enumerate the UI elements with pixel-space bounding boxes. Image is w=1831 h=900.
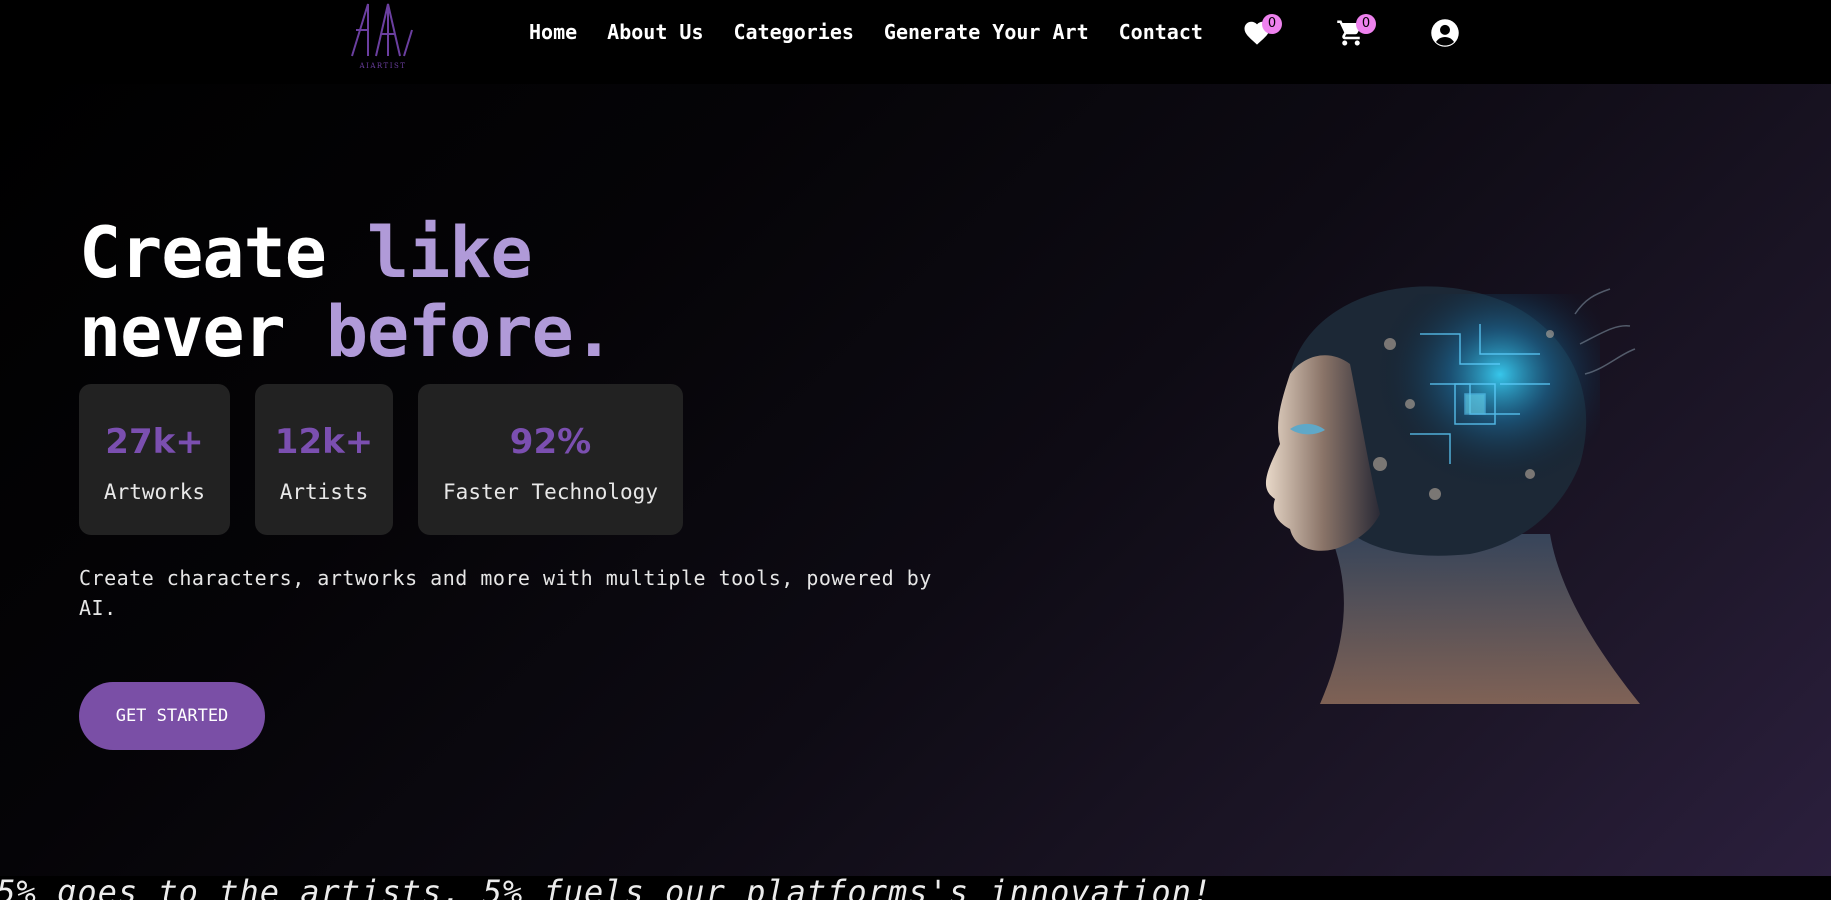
headline-create: Create <box>79 212 368 294</box>
stat-card-faster-technology: 92% Faster Technology <box>418 384 683 535</box>
account-button[interactable] <box>1430 18 1464 52</box>
nav-link-about-us[interactable]: About Us <box>607 20 703 44</box>
stat-value: 92% <box>509 422 592 462</box>
stat-card-artworks: 27k+ Artworks <box>79 384 230 535</box>
cart-count-badge: 0 <box>1356 14 1376 34</box>
wishlist-button[interactable]: 0 <box>1242 14 1282 52</box>
stat-value: 12k+ <box>274 422 374 462</box>
stat-label: Artists <box>279 480 369 504</box>
marquee-text: 95% goes to the artists, 5% fuels our pl… <box>0 876 1213 900</box>
headline-before: before. <box>325 291 615 373</box>
nav-link-contact[interactable]: Contact <box>1119 20 1203 44</box>
marquee-banner: 95% goes to the artists, 5% fuels our pl… <box>0 876 1831 900</box>
stats-row: 27k+ Artworks 12k+ Artists 92% Faster Te… <box>79 384 683 535</box>
stat-label: Artworks <box>103 480 206 504</box>
logo-mark-icon <box>351 3 413 57</box>
ai-head-illustration <box>1265 286 1640 704</box>
headline-like: like <box>367 212 533 294</box>
wishlist-count-badge: 0 <box>1262 14 1282 34</box>
stat-value: 27k+ <box>105 422 204 462</box>
stat-label: Faster Technology <box>443 480 658 504</box>
stat-card-artists: 12k+ Artists <box>255 384 393 535</box>
nav-link-generate-your-art[interactable]: Generate Your Art <box>884 20 1089 44</box>
user-circle-icon <box>1431 19 1459 47</box>
hero-section: Create like never before. 27k+ Artworks … <box>0 84 1831 876</box>
nav-link-categories[interactable]: Categories <box>734 20 854 44</box>
nav-link-home[interactable]: Home <box>529 20 577 44</box>
hero-headline: Create like never before. <box>79 212 615 373</box>
logo-text: AIARTIST <box>359 62 407 70</box>
brand-logo[interactable]: AIARTIST <box>348 0 418 76</box>
hero-tagline: Create characters, artworks and more wit… <box>79 566 932 620</box>
headline-never: never <box>79 291 326 373</box>
get-started-button[interactable]: GET STARTED <box>79 682 265 750</box>
navbar: AIARTIST Home About Us Categories Genera… <box>0 0 1831 84</box>
cart-button[interactable]: 0 <box>1336 14 1376 52</box>
main-nav: Home About Us Categories Generate Your A… <box>529 20 1203 44</box>
